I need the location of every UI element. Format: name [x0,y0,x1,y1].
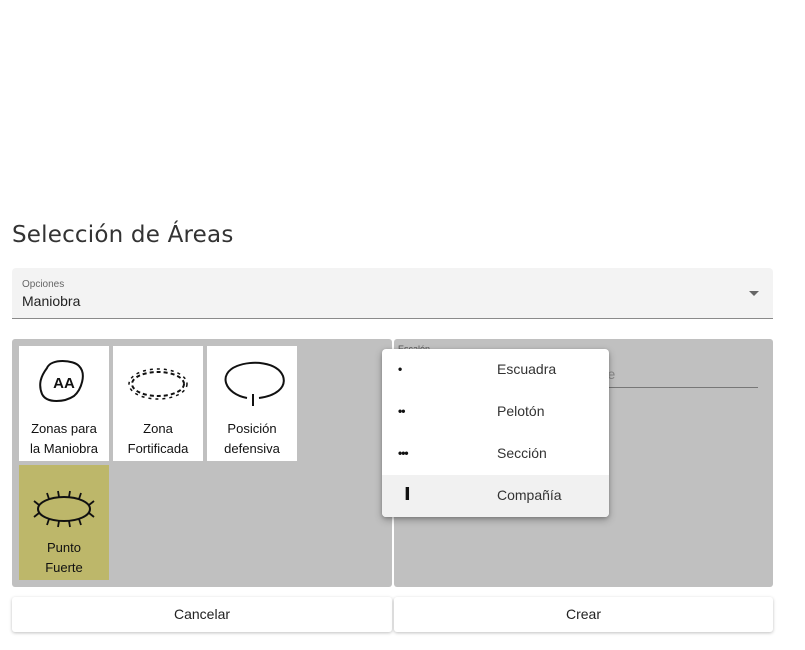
dropdown-item-label: Compañía [497,487,562,503]
dropdown-item-peloton[interactable]: •• Pelotón [382,391,609,433]
dropdown-item-escuadra[interactable]: • Escuadra [382,349,609,391]
tile-fortified-zone[interactable]: Zona Fortificada [113,346,203,461]
dropdown-item-compania[interactable]: I Compañía [382,475,609,517]
strong-point-icon [33,490,95,528]
tile-label: Zonas para la Maniobra [30,421,98,456]
dropdown-item-seccion[interactable]: ••• Sección [382,433,609,475]
dropdown-item-label: Sección [497,445,547,461]
tile-label: Posición defensiva [224,421,280,456]
echelon-dropdown-menu: • Escuadra •• Pelotón ••• Sección I Comp… [382,349,609,517]
defensive-position-icon [224,361,285,406]
echelon-symbol: ••• [398,446,409,460]
tile-maneuver-zones[interactable]: AA Zonas para la Maniobra [19,346,109,461]
echelon-symbol: •• [398,404,405,418]
area-type-grid: AA Zonas para la Maniobra Zona Fortificada… [12,339,392,587]
dialog-title: Selección de Áreas [12,222,234,248]
create-button[interactable]: Crear [394,597,773,632]
tile-label: Zona Fortificada [127,421,189,456]
fortified-zone-icon [128,368,188,400]
tile-defensive-position[interactable]: Posición defensiva [207,346,297,461]
echelon-symbol: I [404,484,411,505]
tile-strong-point[interactable]: Punto Fuerte [19,465,109,580]
dropdown-item-label: Pelotón [497,403,545,419]
cancel-button[interactable]: Cancelar [12,597,392,632]
maneuver-zone-icon: AA [39,360,84,402]
echelon-symbol: • [398,362,402,376]
chevron-down-icon[interactable] [749,291,759,296]
options-select[interactable]: Opciones Maniobra [12,268,773,319]
maneuver-zone-symbol-text: AA [53,375,75,392]
options-select-label: Opciones [22,279,65,290]
options-select-value: Maniobra [22,293,81,309]
dropdown-item-label: Escuadra [497,361,557,377]
tile-label: Punto Fuerte [45,540,83,575]
